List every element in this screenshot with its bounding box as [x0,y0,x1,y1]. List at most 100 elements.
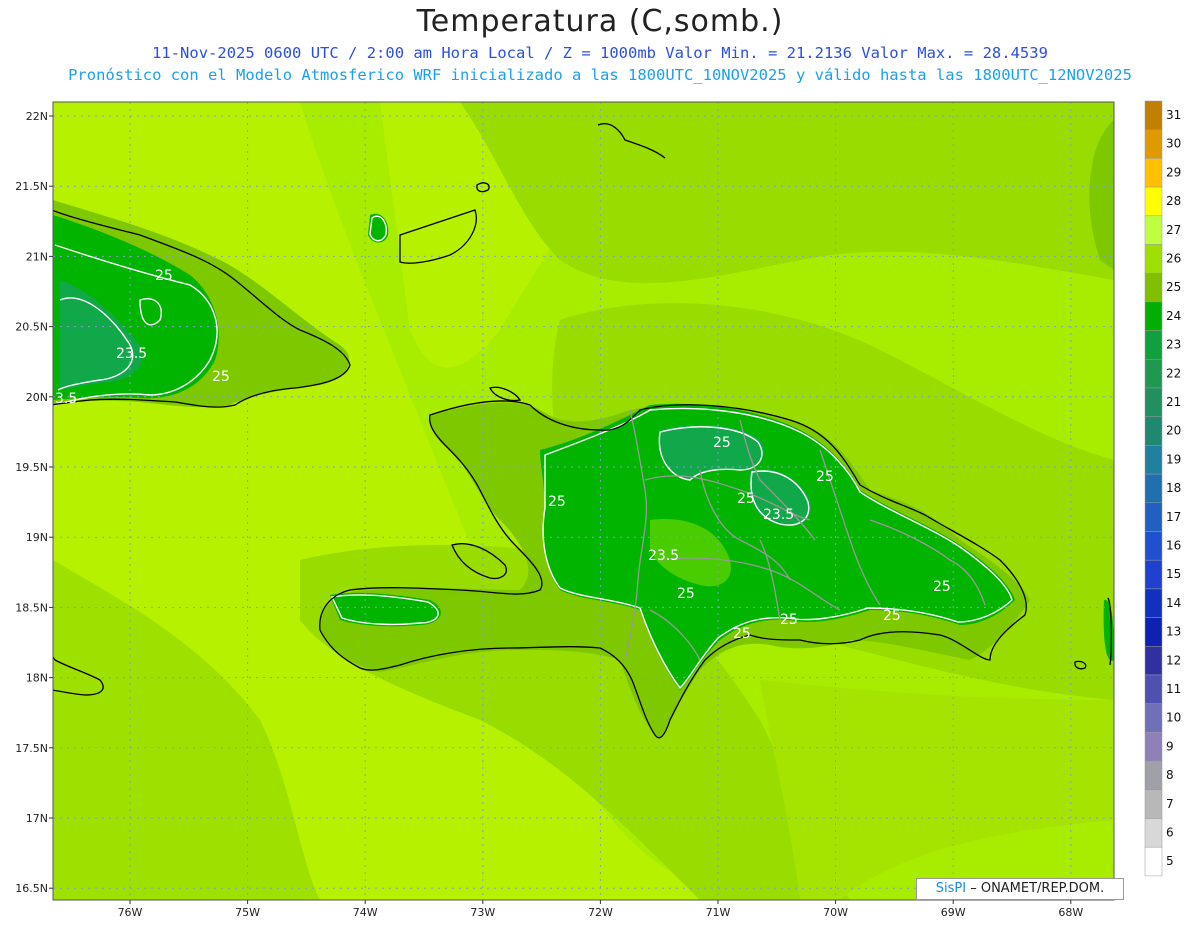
colorbar-legend: 31 30 29 28 27 26 25 24 23 22 21 20 19 18 17 16 15 14 13 12… [1144,100,1181,877]
contour-label: 25 [548,494,566,510]
colorbar-swatch [1144,301,1163,331]
contour-label: 23.5 [763,507,794,523]
colorbar-label: 24 [1166,309,1181,323]
colorbar-label: 18 [1166,481,1181,495]
contour-label: 23.5 [116,346,147,362]
latitude-tick-label: 20.5N [15,321,48,334]
subtitle-line-1: 11-Nov-2025 0600 UTC / 2:00 am Hora Loca… [152,44,1048,62]
latitude-tick-label: 17.5N [15,742,48,755]
colorbar-label: 29 [1166,165,1181,179]
colorbar-label: 10 [1166,711,1181,725]
colorbar-swatch [1144,158,1163,188]
temperature-shading [53,102,1114,900]
contour-label: 25 [212,369,230,385]
contour-label: 25 [883,608,901,624]
colorbar-swatch [1144,646,1163,676]
colorbar-label: 11 [1166,682,1181,696]
colorbar-swatch [1144,330,1163,360]
colorbar-label: 12 [1166,653,1181,667]
latitude-tick-label: 18.5N [15,601,48,614]
map-title: Temperatura (C,somb.) [416,4,784,39]
contour-label: 25 [677,586,695,602]
colorbar-label: 26 [1166,252,1181,266]
subtitle-line-2: Pronóstico con el Modelo Atmosferico WRF… [68,66,1132,84]
contour-label: 3.5 [55,391,77,407]
longitude-tick-label: 71W [706,906,731,919]
colorbar-label: 8 [1166,768,1174,782]
colorbar-label: 9 [1166,739,1174,753]
latitude-tick-label: 19N [26,531,48,544]
colorbar-label: 16 [1166,539,1181,553]
colorbar-swatch [1144,445,1163,475]
contour-label: 25 [737,491,755,507]
colorbar-swatch [1144,789,1163,819]
colorbar-swatch [1144,186,1163,217]
colorbar-swatch [1144,531,1163,561]
longitude-tick-label: 69W [941,906,966,919]
colorbar-swatch [1144,846,1163,877]
colorbar-swatch [1144,502,1163,532]
contour-label: 25 [733,626,751,642]
latitude-tick-label: 21N [26,250,48,263]
colorbar-swatch [1144,244,1163,274]
longitude-tick-label: 73W [470,906,495,919]
colorbar-swatch [1144,818,1163,848]
colorbar-swatch [1144,760,1163,791]
colorbar-label: 30 [1166,137,1181,151]
credit-text: – ONAMET/REP.DOM. [970,881,1105,896]
colorbar-label: 5 [1166,854,1174,868]
colorbar-swatch [1144,617,1163,647]
contour-label: 25 [933,579,951,595]
credit-box: SisPI – ONAMET/REP.DOM. [916,878,1124,900]
contour-label: 25 [713,435,731,451]
colorbar-swatch [1144,703,1163,733]
colorbar-swatch [1144,215,1163,245]
longitude-tick-label: 68W [1058,906,1083,919]
colorbar-label: 17 [1166,510,1181,524]
longitude-tick-label: 74W [353,906,378,919]
colorbar-swatch [1144,473,1163,504]
latitude-axis: 22N 21.5N 21N 20.5N 20N 19.5N 19N 18.5N 18N 17.5N… [15,110,53,895]
colorbar-label: 31 [1166,108,1181,122]
latitude-tick-label: 18N [26,672,48,685]
colorbar-swatch [1144,732,1163,762]
colorbar-swatch [1144,674,1163,704]
colorbar-label: 27 [1166,223,1181,237]
latitude-tick-label: 16.5N [15,882,48,895]
colorbar-swatch [1144,272,1163,303]
colorbar-swatch [1144,129,1163,159]
latitude-tick-label: 22N [26,110,48,123]
contour-label: 25 [155,268,173,284]
temperature-map: 25 23.5 25 3.5 25 25 25 25 23.5 23.5 25 … [15,100,1181,919]
colorbar-label: 20 [1166,424,1181,438]
longitude-tick-label: 70W [823,906,848,919]
latitude-tick-label: 21.5N [15,180,48,193]
contour-label: 23.5 [648,548,679,564]
colorbar-swatch [1144,416,1163,446]
contour-label: 25 [816,469,834,485]
longitude-tick-label: 76W [118,906,143,919]
colorbar-label: 21 [1166,395,1181,409]
colorbar-label: 25 [1166,280,1181,294]
latitude-tick-label: 20N [26,391,48,404]
contour-label: 25 [780,612,798,628]
colorbar-label: 22 [1166,366,1181,380]
colorbar-label: 19 [1166,452,1181,466]
colorbar-label: 13 [1166,625,1181,639]
colorbar-label: 14 [1166,596,1181,610]
colorbar-swatch [1144,588,1163,618]
colorbar-label: 7 [1166,797,1174,811]
latitude-tick-label: 17N [26,812,48,825]
colorbar-swatch [1144,359,1163,389]
colorbar-swatch [1144,387,1163,417]
latitude-tick-label: 19.5N [15,461,48,474]
colorbar-label: 15 [1166,567,1181,581]
longitude-tick-label: 72W [588,906,613,919]
colorbar-swatch [1144,100,1163,130]
longitude-tick-label: 75W [235,906,260,919]
colorbar-swatch [1144,559,1163,590]
credit-brand: SisPI [935,881,967,896]
longitude-axis: 76W 75W 74W 73W 72W 71W 70W 69W 68W [118,900,1083,919]
colorbar-label: 28 [1166,194,1181,208]
colorbar-label: 6 [1166,826,1174,840]
